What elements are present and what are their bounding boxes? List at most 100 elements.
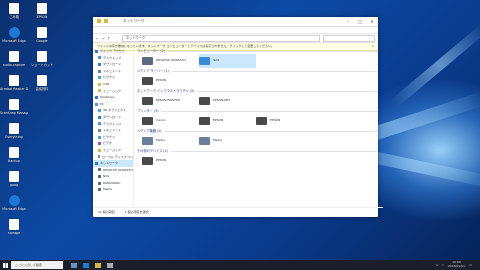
device-item[interactable]: DESKTOP-QD0RS3H <box>142 54 199 68</box>
desktop-icon[interactable]: Everything <box>0 123 28 139</box>
nav-item-label: ダウンロード <box>103 114 122 119</box>
device-item[interactable]: Canon <box>142 114 199 128</box>
nav-item[interactable]: クイック アクセス <box>93 48 133 55</box>
nav-item[interactable]: PC <box>93 101 133 108</box>
nav-item-label: ネットワーク <box>100 161 119 166</box>
desktop-icon[interactable]: Acrobat Reader DC <box>0 75 28 91</box>
group-items: Canon EPSON EPSON <box>134 114 378 128</box>
desktop-icon-label: audio-capture <box>2 63 26 67</box>
up-icon[interactable]: ↑ <box>107 36 110 41</box>
folder-icon <box>95 49 98 53</box>
device-item[interactable]: EPSON <box>142 74 199 88</box>
nav-item[interactable]: DESKTOP-QD0RS3H <box>93 167 133 174</box>
navigation-pane: クイック アクセス デスクトップ ダウンロード ドキュメント ピクチャ OTR ミュージック… <box>93 48 134 208</box>
file-icon <box>37 51 47 62</box>
nav-item[interactable]: OTR <box>93 81 133 88</box>
device-item[interactable]: Media <box>142 134 199 148</box>
desktop-icon[interactable]: 会議資料 <box>28 75 56 91</box>
nav-item-label: ドキュメント <box>103 68 122 73</box>
device-item[interactable]: NAS <box>199 54 256 68</box>
clock[interactable]: 10:00 2018/01/01 <box>448 261 465 268</box>
file-icon <box>9 75 19 86</box>
device-item[interactable]: EPSON-PRINTER <box>142 94 199 108</box>
clock-date: 2018/01/01 <box>447 264 466 268</box>
desktop-icon[interactable]: ごみ箱 <box>0 3 28 19</box>
nav-item[interactable]: ネットワーク <box>93 160 133 167</box>
group-items: EPSON <box>134 154 378 168</box>
device-icon <box>142 157 153 165</box>
nav-item[interactable]: OneDrive <box>93 94 133 101</box>
nav-item[interactable]: ピクチャ <box>93 134 133 141</box>
device-text: EPSON <box>156 79 166 83</box>
search-field[interactable] <box>323 34 375 42</box>
device-icon <box>142 77 153 85</box>
explorer-window: ネットワーク – □ ✕ ← → ↑ ネットワーク ファイル共有が無効になってい… <box>93 17 383 217</box>
back-icon[interactable]: ← <box>96 36 99 41</box>
forward-icon[interactable]: → <box>101 36 104 41</box>
task-view-icon[interactable] <box>71 262 77 268</box>
group-items: Media Media <box>134 134 378 148</box>
desktop-icon[interactable]: Google <box>28 27 56 43</box>
group-divider <box>167 50 378 52</box>
file-icon <box>9 219 19 230</box>
nav-item-label: PANASONIC <box>103 180 121 185</box>
desktop-icon[interactable]: ScanSnap Manager <box>0 99 28 115</box>
group-items: EPSON <box>134 74 378 88</box>
desktop-icon[interactable]: audio-capture <box>0 51 28 67</box>
desktop-icon-label: 会議資料 <box>35 87 49 91</box>
device-item[interactable]: EPSON <box>142 154 199 168</box>
close-button[interactable]: ✕ <box>366 17 378 26</box>
address-field[interactable]: ネットワーク <box>122 34 320 42</box>
device-item[interactable]: EPSON <box>199 114 256 128</box>
nav-item[interactable]: ドキュメント <box>93 127 133 134</box>
volume-icon[interactable]: ♪ <box>442 263 444 267</box>
file-explorer-icon[interactable] <box>95 262 101 268</box>
desktop-icon[interactable]: Microsoft Edge <box>0 27 28 43</box>
desktop-icon[interactable]: storage <box>0 219 28 235</box>
device-item[interactable]: EPSON-NET <box>199 94 256 108</box>
nav-item[interactable]: ビデオ <box>93 140 133 147</box>
nav-item[interactable]: ピクチャ <box>93 74 133 81</box>
desktop-icon[interactable]: Backup <box>0 147 28 163</box>
device-text: Canon <box>156 119 166 123</box>
nav-item[interactable]: NAS <box>93 173 133 180</box>
nav-item[interactable]: ローカル ディスク (C:) <box>93 154 133 161</box>
ribbon <box>93 27 378 34</box>
group-items: DESKTOP-QD0RS3H NAS <box>134 54 378 68</box>
desktop-icon[interactable]: Microsoft Edge <box>0 195 28 211</box>
desktop-icon[interactable]: goog <box>0 171 28 187</box>
properties-icon[interactable] <box>104 19 108 23</box>
nav-item[interactable]: デスクトップ <box>93 121 133 128</box>
maximize-button[interactable]: □ <box>354 17 366 26</box>
nav-item[interactable]: PANASONIC <box>93 180 133 187</box>
folder-icon <box>98 62 101 66</box>
nav-item-label: Media <box>103 187 113 192</box>
start-button[interactable] <box>0 260 11 270</box>
minimize-button[interactable]: – <box>342 17 354 26</box>
folder-icon <box>98 115 101 119</box>
nav-item[interactable]: デスクトップ <box>93 55 133 62</box>
nav-item[interactable]: ドキュメント <box>93 68 133 75</box>
nav-item-label: ローカル ディスク (C:) <box>101 154 133 159</box>
device-item[interactable]: EPSON <box>256 114 313 128</box>
folder-icon[interactable] <box>97 19 101 23</box>
nav-item[interactable]: ダウンロード <box>93 61 133 68</box>
network-icon[interactable]: ⌂ <box>436 263 438 267</box>
device-group: ネットワーク インフラストラクチャ (2) EPSON-PRINTER EPSON-… <box>134 88 378 108</box>
taskbar-search[interactable]: ここに入力して検索 <box>11 261 63 269</box>
desktop-icon-label: Everything <box>5 135 23 139</box>
folder-icon <box>98 76 101 80</box>
desktop-icon[interactable]: EPSON <box>28 3 56 19</box>
nav-item-label: OTR <box>103 81 110 86</box>
nav-item[interactable]: ミュージック <box>93 88 133 95</box>
store-icon[interactable] <box>107 262 113 268</box>
nav-item[interactable]: Media <box>93 186 133 193</box>
edge-icon[interactable] <box>83 262 89 268</box>
nav-item[interactable]: 3D オブジェクト <box>93 107 133 114</box>
device-item[interactable]: Media <box>199 134 256 148</box>
nav-item[interactable]: ミュージック <box>93 147 133 154</box>
device-text: Media <box>213 139 222 143</box>
notification-icon[interactable]: ▭ <box>469 263 472 267</box>
nav-item[interactable]: ダウンロード <box>93 114 133 121</box>
desktop-icon[interactable]: ショートカット <box>28 51 56 67</box>
